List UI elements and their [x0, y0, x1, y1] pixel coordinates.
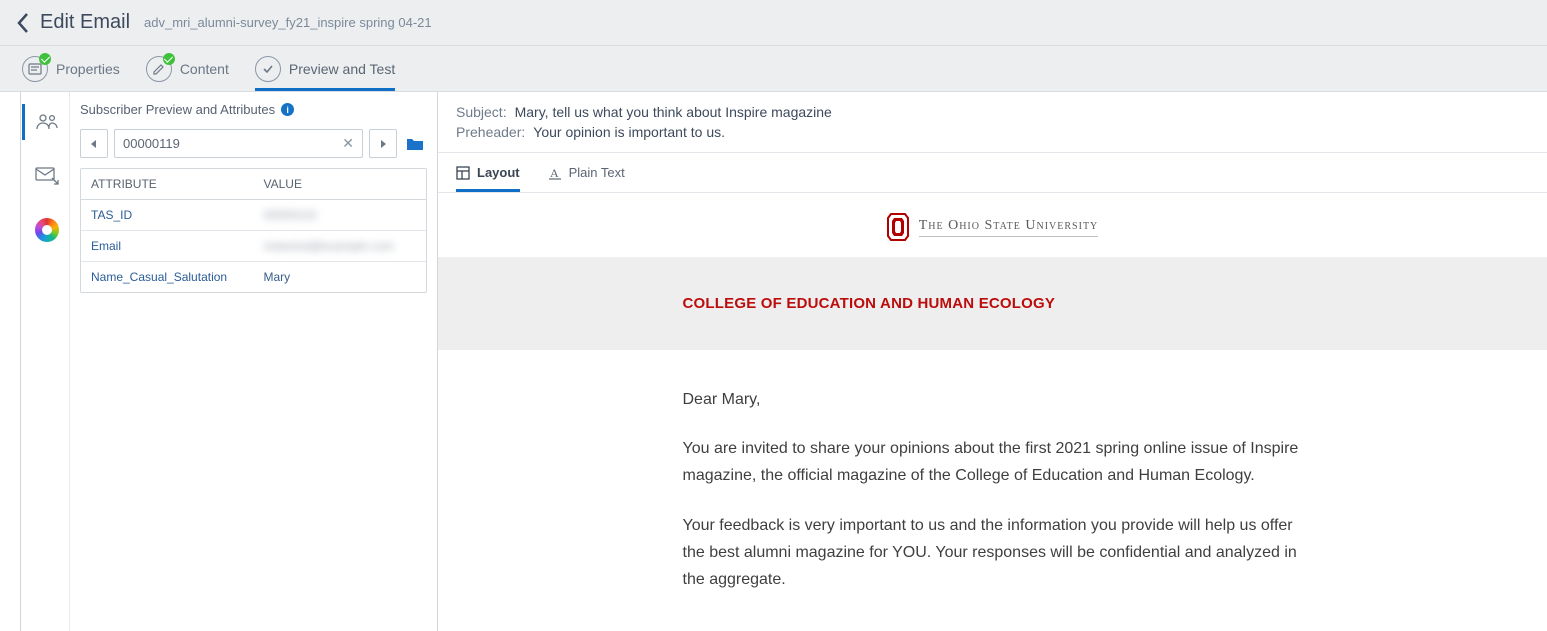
- next-subscriber-button[interactable]: [369, 129, 397, 158]
- email-paragraph: You are invited to share your opinions a…: [683, 435, 1303, 489]
- subject-value: Mary, tell us what you think about Inspi…: [515, 104, 832, 120]
- subscriber-selector: ✕: [70, 123, 437, 168]
- email-greeting: Dear Mary,: [683, 386, 1303, 413]
- subscriber-id-input[interactable]: [121, 130, 340, 157]
- page-header: Edit Email adv_mri_alumni-survey_fy21_in…: [0, 0, 1547, 46]
- layout-icon: [456, 166, 470, 180]
- attr-key: Name_Casual_Salutation: [81, 262, 254, 292]
- attributes-table: ATTRIBUTE VALUE TAS_ID 00000119 Email re…: [80, 168, 427, 293]
- attr-key: Email: [81, 231, 254, 261]
- back-button[interactable]: [16, 12, 30, 34]
- properties-icon: [22, 56, 48, 82]
- attr-key: TAS_ID: [81, 200, 254, 230]
- university-name: The Ohio State University: [919, 218, 1099, 237]
- caret-left-icon: [90, 139, 98, 149]
- page-title: Edit Email: [40, 11, 130, 34]
- email-name: adv_mri_alumni-survey_fy21_inspire sprin…: [144, 15, 432, 30]
- preview-view-tabs: Layout A Plain Text: [438, 153, 1547, 193]
- email-paragraph: Your feedback is very important to us an…: [683, 512, 1303, 594]
- college-band: COLLEGE OF EDUCATION AND HUMAN ECOLOGY: [438, 257, 1547, 350]
- browse-subscribers-button[interactable]: [403, 129, 427, 158]
- left-column: Subscriber Preview and Attributes i ✕: [20, 92, 438, 631]
- view-tab-plaintext[interactable]: A Plain Text: [548, 153, 625, 192]
- text-icon: A: [548, 166, 562, 180]
- color-wheel-icon: [35, 218, 59, 242]
- tab-label: Content: [180, 61, 229, 77]
- check-icon: [255, 56, 281, 82]
- envelope-send-icon: [35, 167, 59, 185]
- table-row: Name_Casual_Salutation Mary: [81, 262, 426, 292]
- prev-subscriber-button[interactable]: [80, 129, 108, 158]
- col-value: VALUE: [254, 169, 427, 199]
- attr-value: redacted@example.com: [254, 231, 427, 261]
- email-meta: Subject: Mary, tell us what you think ab…: [438, 92, 1547, 153]
- subject-label: Subject:: [456, 104, 507, 120]
- editor-tabs: Properties Content Preview and Test: [0, 46, 1547, 92]
- clear-input-button[interactable]: ✕: [340, 135, 356, 152]
- university-header: The Ohio State University: [438, 193, 1547, 257]
- view-tab-label: Plain Text: [569, 165, 625, 180]
- email-body: Dear Mary, You are invited to share your…: [683, 350, 1303, 631]
- svg-text:A: A: [550, 166, 559, 180]
- info-icon[interactable]: i: [281, 103, 294, 116]
- table-row: Email redacted@example.com: [81, 231, 426, 262]
- side-rail: [0, 92, 20, 631]
- tab-properties[interactable]: Properties: [22, 46, 120, 91]
- preview-column: Subject: Mary, tell us what you think ab…: [438, 92, 1547, 631]
- caret-right-icon: [379, 139, 387, 149]
- table-header: ATTRIBUTE VALUE: [81, 169, 426, 200]
- college-name: COLLEGE OF EDUCATION AND HUMAN ECOLOGY: [683, 295, 1303, 312]
- osu-logo-icon: [887, 213, 909, 241]
- subscriber-attributes-panel: Subscriber Preview and Attributes i ✕: [69, 92, 437, 631]
- check-badge-icon: [39, 53, 51, 65]
- chevron-left-icon: [16, 12, 30, 34]
- tab-label: Properties: [56, 61, 120, 77]
- subscriber-preview-nav[interactable]: [22, 104, 68, 140]
- litmus-nav[interactable]: [22, 212, 68, 248]
- email-preview[interactable]: The Ohio State University COLLEGE OF EDU…: [438, 193, 1547, 631]
- panel-title: Subscriber Preview and Attributes i: [70, 92, 437, 123]
- folder-icon: [406, 137, 424, 151]
- check-badge-icon: [163, 53, 175, 65]
- preheader-label: Preheader:: [456, 124, 525, 140]
- view-tab-label: Layout: [477, 165, 520, 180]
- view-tab-layout[interactable]: Layout: [456, 153, 520, 192]
- panel-title-text: Subscriber Preview and Attributes: [80, 102, 275, 117]
- attr-value: 00000119: [254, 200, 427, 230]
- preview-mini-nav: [21, 92, 69, 631]
- tab-content[interactable]: Content: [146, 46, 229, 91]
- attr-value: Mary: [254, 262, 427, 292]
- tab-label: Preview and Test: [289, 61, 395, 77]
- preheader-value: Your opinion is important to us.: [533, 124, 725, 140]
- col-attribute: ATTRIBUTE: [81, 169, 254, 199]
- table-row: TAS_ID 00000119: [81, 200, 426, 231]
- content-icon: [146, 56, 172, 82]
- people-icon: [36, 113, 58, 131]
- test-send-nav[interactable]: [22, 158, 68, 194]
- tab-preview-test[interactable]: Preview and Test: [255, 46, 395, 91]
